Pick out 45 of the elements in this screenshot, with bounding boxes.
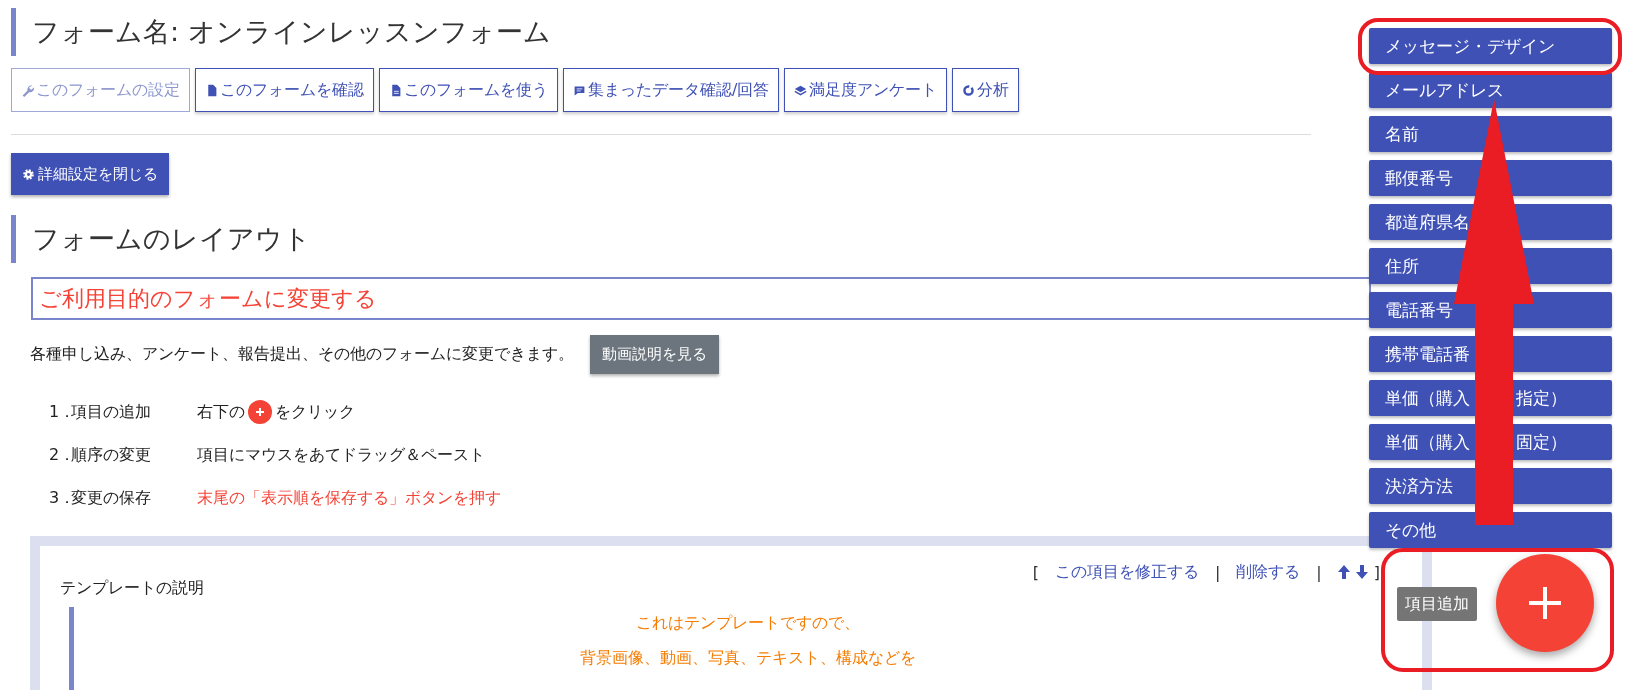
description-text: 各種申し込み、アンケート、報告提出、その他のフォームに変更できます。 (30, 344, 574, 365)
menu-item[interactable]: 名前 (1369, 116, 1612, 152)
wrench-icon (21, 83, 34, 97)
step-title: 順序の変更 (71, 444, 152, 466)
step-number: 1． (49, 401, 71, 423)
document-icon (389, 83, 402, 97)
video-button[interactable]: 動画説明を見る (590, 335, 719, 374)
separator-mark: | (1214, 562, 1221, 582)
toolbar-button[interactable]: 集まったデータ確認/回答 (563, 68, 780, 112)
template-text: 背景画像、動画、写真、テキスト、構成などを (580, 648, 916, 669)
move-down-icon[interactable] (1355, 565, 1368, 579)
toolbar-button[interactable]: 分析 (952, 68, 1020, 112)
toolbar-button[interactable]: このフォームを使う (379, 68, 558, 112)
step-text: 右下の (197, 401, 245, 423)
plus-icon (248, 400, 272, 424)
step-number: 3． (49, 487, 71, 509)
step-text: 項目にマウスをあてドラッグ＆ペースト (197, 444, 485, 466)
add-button[interactable] (1496, 554, 1594, 652)
step-text: 末尾の「表示順を保存する」ボタンを押す (197, 487, 501, 509)
separator-mark: ] (1373, 562, 1380, 582)
toolbar-button[interactable]: このフォームを確認 (195, 68, 374, 112)
tooltip: 項目追加 (1397, 587, 1477, 621)
step-title: 項目の追加 (71, 401, 152, 423)
message-icon (573, 83, 586, 97)
separator-mark: [ (1032, 562, 1039, 582)
menu-item[interactable]: その他 (1369, 512, 1612, 548)
template-label: テンプレートの説明 (60, 578, 205, 599)
toolbar-button[interactable]: 満足度アンケート (784, 68, 948, 112)
section-heading: フォームのレイアウト (11, 215, 311, 263)
action-link[interactable]: 削除する (1236, 561, 1301, 583)
layers-icon (794, 83, 808, 97)
step-title: 変更の保存 (71, 487, 152, 509)
step-text: をクリック (275, 401, 355, 423)
step-number: 2． (49, 444, 71, 466)
close-details-button[interactable]: 詳細設定を閉じる (11, 153, 169, 195)
page-heading: フォーム名: オンラインレッスンフォーム (11, 8, 551, 56)
document-icon (205, 83, 218, 97)
move-up-icon[interactable] (1337, 565, 1350, 579)
menu-item[interactable]: メッセージ・デザイン (1369, 28, 1612, 64)
separator-mark: | (1316, 562, 1322, 582)
purpose-banner[interactable]: ご利用目的のフォームに変更する (31, 277, 1371, 320)
chart-icon (962, 83, 976, 97)
gear-icon (22, 167, 35, 181)
template-text: これはテンプレートですので、 (636, 613, 860, 634)
action-link[interactable]: この項目を修正する (1054, 561, 1199, 583)
